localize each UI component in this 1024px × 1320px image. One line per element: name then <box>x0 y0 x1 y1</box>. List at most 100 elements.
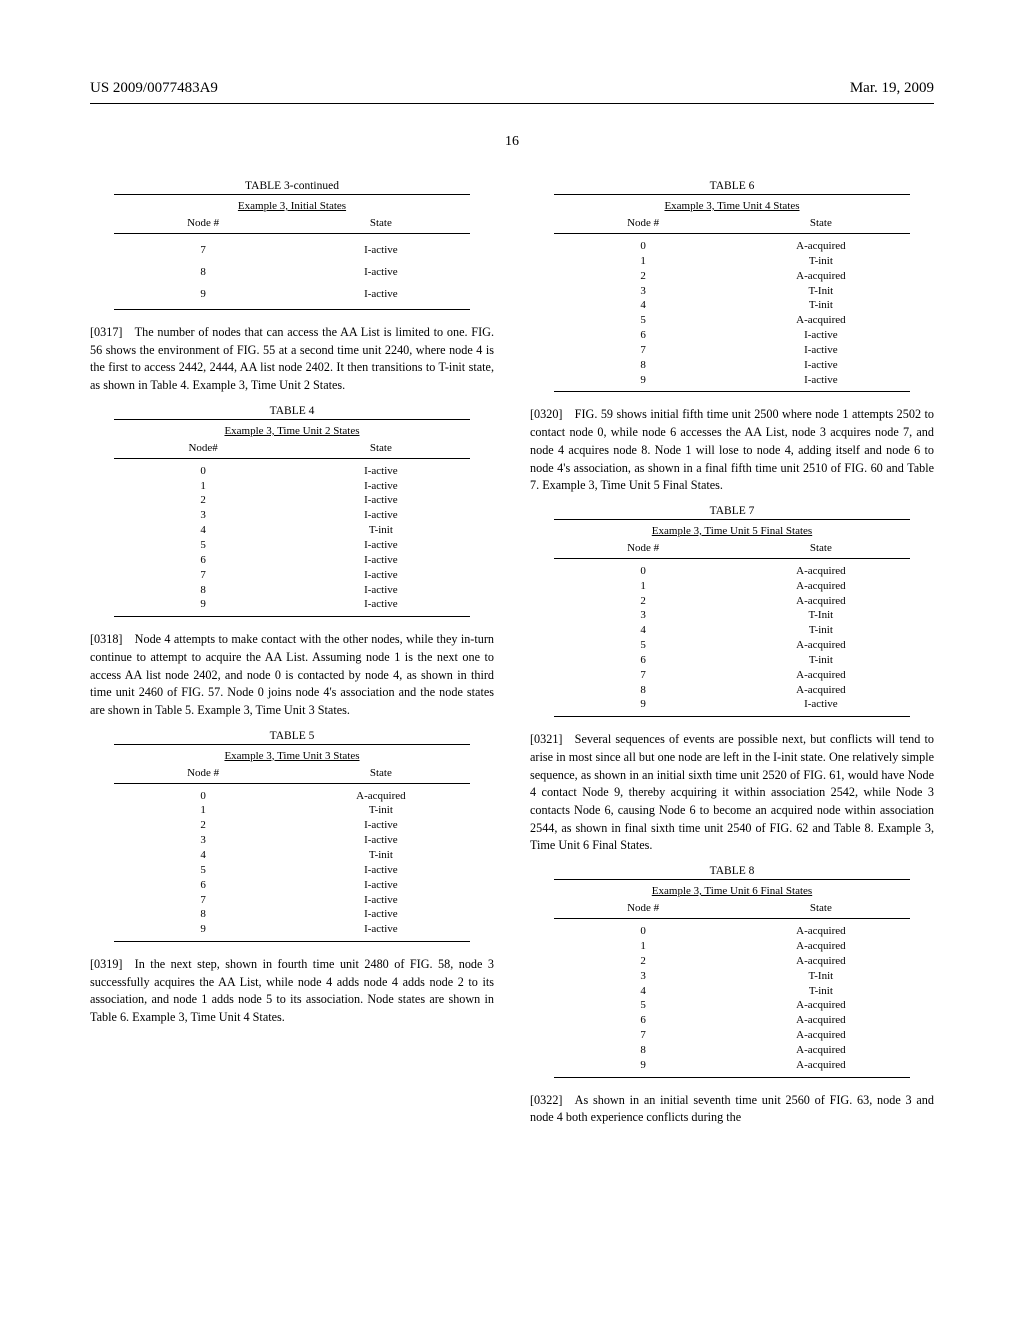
table-7-sub: Example 3, Time Unit 5 Final States <box>554 520 910 539</box>
table-row: 8I-active <box>554 358 910 373</box>
table-6-head: Node # State <box>554 214 910 232</box>
table-8-body: 0A-acquired 1A-acquired 2A-acquired 3T-I… <box>554 920 910 1076</box>
table-row: 0A-acquired <box>554 924 910 939</box>
table-row: 2A-acquired <box>554 269 910 284</box>
table-3-body: 7I-active 8I-active 9I-active <box>114 235 470 309</box>
table-row: 5A-acquired <box>554 638 910 653</box>
table-row: 0I-active <box>114 464 470 479</box>
table-row: 6A-acquired <box>554 1013 910 1028</box>
table-8-sub: Example 3, Time Unit 6 Final States <box>554 880 910 899</box>
table-row: 6I-active <box>114 553 470 568</box>
table-7-body: 0A-acquired 1A-acquired 2A-acquired 3T-I… <box>554 560 910 716</box>
table-row: 2I-active <box>114 818 470 833</box>
table-row: 7I-active <box>554 343 910 358</box>
table-row: 3T-Init <box>554 608 910 623</box>
table-row: 0A-acquired <box>114 789 470 804</box>
col-node: Node # <box>114 767 292 779</box>
table-row: 8A-acquired <box>554 683 910 698</box>
table-row: 9I-active <box>554 373 910 388</box>
publication-date: Mar. 19, 2009 <box>850 80 934 97</box>
table-row: 4T-init <box>114 523 470 538</box>
col-state: State <box>732 542 910 554</box>
table-row: 4T-init <box>554 984 910 999</box>
table-row: 5I-active <box>114 863 470 878</box>
table-row: 6I-active <box>554 328 910 343</box>
table-7-title: TABLE 7 <box>530 505 934 517</box>
table-row: 3I-active <box>114 833 470 848</box>
table-row: 1T-init <box>114 803 470 818</box>
table-row: 8A-acquired <box>554 1043 910 1058</box>
col-node: Node # <box>114 217 292 229</box>
col-node: Node # <box>554 217 732 229</box>
table-row: 9I-active <box>114 283 470 305</box>
table-row: 1T-init <box>554 254 910 269</box>
table-row: 1A-acquired <box>554 939 910 954</box>
table-4-sub: Example 3, Time Unit 2 States <box>114 420 470 439</box>
table-row: 1I-active <box>114 479 470 494</box>
col-node: Node# <box>114 442 292 454</box>
table-6: Example 3, Time Unit 4 States Node # Sta… <box>554 194 910 392</box>
right-column: TABLE 6 Example 3, Time Unit 4 States No… <box>530 172 934 1137</box>
table-row: 7I-active <box>114 568 470 583</box>
table-row: 4T-init <box>554 298 910 313</box>
table-8-head: Node # State <box>554 899 910 917</box>
table-row: 8I-active <box>114 583 470 598</box>
table-6-title: TABLE 6 <box>530 180 934 192</box>
para-0317: [0317] The number of nodes that can acce… <box>90 324 494 395</box>
table-3-head: Node # State <box>114 214 470 232</box>
table-4-body: 0I-active 1I-active 2I-active 3I-active … <box>114 460 470 616</box>
table-row: 0A-acquired <box>554 239 910 254</box>
table-row: 3T-Init <box>554 284 910 299</box>
table-row: 1A-acquired <box>554 579 910 594</box>
col-state: State <box>292 767 470 779</box>
table-5: Example 3, Time Unit 3 States Node # Sta… <box>114 744 470 942</box>
table-5-body: 0A-acquired 1T-init 2I-active 3I-active … <box>114 785 470 941</box>
table-row: 9I-active <box>114 922 470 937</box>
col-node: Node # <box>554 542 732 554</box>
para-0319: [0319] In the next step, shown in fourth… <box>90 956 494 1027</box>
table-row: 7I-active <box>114 239 470 261</box>
table-4: Example 3, Time Unit 2 States Node# Stat… <box>114 419 470 617</box>
table-row: 6I-active <box>114 878 470 893</box>
table-5-sub: Example 3, Time Unit 3 States <box>114 745 470 764</box>
table-4-head: Node# State <box>114 439 470 457</box>
table-row: 4T-init <box>554 623 910 638</box>
content-columns: TABLE 3-continued Example 3, Initial Sta… <box>90 172 934 1137</box>
table-row: 0A-acquired <box>554 564 910 579</box>
table-row: 8I-active <box>114 261 470 283</box>
table-5-title: TABLE 5 <box>90 730 494 742</box>
table-6-body: 0A-acquired 1T-init 2A-acquired 3T-Init … <box>554 235 910 391</box>
table-row: 3I-active <box>114 508 470 523</box>
table-row: 4T-init <box>114 848 470 863</box>
col-state: State <box>732 902 910 914</box>
para-0318: [0318] Node 4 attempts to make contact w… <box>90 631 494 719</box>
left-column: TABLE 3-continued Example 3, Initial Sta… <box>90 172 494 1137</box>
table-row: 5A-acquired <box>554 313 910 328</box>
table-row: 5I-active <box>114 538 470 553</box>
table-6-sub: Example 3, Time Unit 4 States <box>554 195 910 214</box>
table-8-title: TABLE 8 <box>530 865 934 877</box>
col-state: State <box>732 217 910 229</box>
table-3-sub: Example 3, Initial States <box>114 195 470 214</box>
page-number: 16 <box>90 134 934 150</box>
table-8: Example 3, Time Unit 6 Final States Node… <box>554 879 910 1077</box>
table-row: 7I-active <box>114 893 470 908</box>
header-rule <box>90 103 934 104</box>
para-0321: [0321] Several sequences of events are p… <box>530 731 934 855</box>
col-state: State <box>292 217 470 229</box>
col-state: State <box>292 442 470 454</box>
table-row: 6T-init <box>554 653 910 668</box>
table-row: 9I-active <box>114 597 470 612</box>
table-row: 2A-acquired <box>554 954 910 969</box>
table-3-title: TABLE 3-continued <box>90 180 494 192</box>
table-row: 7A-acquired <box>554 668 910 683</box>
table-row: 8I-active <box>114 907 470 922</box>
table-7: Example 3, Time Unit 5 Final States Node… <box>554 519 910 717</box>
page: US 2009/0077483A9 Mar. 19, 2009 16 TABLE… <box>0 0 1024 1177</box>
col-node: Node # <box>554 902 732 914</box>
table-row: 7A-acquired <box>554 1028 910 1043</box>
table-3: Example 3, Initial States Node # State 7… <box>114 194 470 310</box>
table-7-head: Node # State <box>554 539 910 557</box>
para-0322: [0322] As shown in an initial seventh ti… <box>530 1092 934 1127</box>
para-0320: [0320] FIG. 59 shows initial fifth time … <box>530 406 934 494</box>
